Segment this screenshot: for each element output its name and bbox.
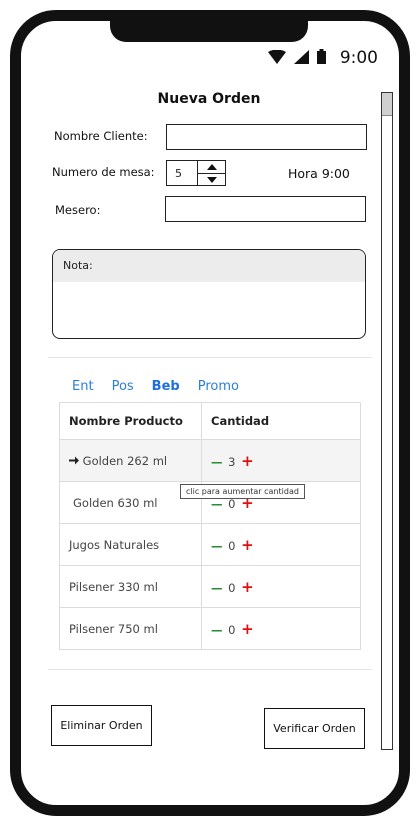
stepper-up-icon[interactable] xyxy=(198,161,226,174)
cliente-label: Nombre Cliente: xyxy=(54,129,148,143)
cliente-input[interactable] xyxy=(166,124,367,150)
phone-notch xyxy=(110,10,308,42)
products-table: Nombre Producto Cantidad Golden 262 ml —… xyxy=(59,402,361,650)
plus-icon[interactable]: + xyxy=(241,536,254,554)
header-producto: Nombre Producto xyxy=(59,402,202,440)
page-title: Nueva Orden xyxy=(157,91,261,107)
arrow-right-icon xyxy=(69,454,83,468)
scrollbar[interactable] xyxy=(381,92,393,750)
tab-beb[interactable]: Beb xyxy=(152,379,180,394)
divider-bottom xyxy=(48,669,372,670)
category-tabs: Ent Pos Beb Promo xyxy=(72,379,257,394)
note-label: Nota: xyxy=(53,250,365,282)
mesa-stepper[interactable]: 5 xyxy=(166,160,226,186)
table-row: Golden 262 ml — 3 + xyxy=(59,439,361,482)
product-qty: 0 xyxy=(228,580,236,595)
signal-icon xyxy=(293,49,309,68)
product-qty: 0 xyxy=(228,622,236,637)
plus-icon[interactable]: + xyxy=(241,452,254,470)
note-box[interactable]: Nota: xyxy=(52,249,366,339)
scrollbar-thumb[interactable] xyxy=(382,93,392,116)
plus-icon[interactable]: + xyxy=(241,578,254,596)
status-time: 9:00 xyxy=(339,48,378,68)
mesa-label: Numero de mesa: xyxy=(52,165,155,179)
minus-icon[interactable]: — xyxy=(211,581,223,595)
product-name: Golden 262 ml xyxy=(82,453,168,468)
delete-order-button[interactable]: Eliminar Orden xyxy=(51,705,152,746)
table-row: Pilsener 750 ml — 0 + xyxy=(59,607,361,650)
mesa-value: 5 xyxy=(175,167,182,180)
product-name: Pilsener 750 ml xyxy=(59,607,202,650)
tab-promo[interactable]: Promo xyxy=(198,379,239,394)
product-qty: 0 xyxy=(228,538,236,553)
divider-top xyxy=(48,357,372,358)
minus-icon[interactable]: — xyxy=(211,623,223,637)
table-row: Jugos Naturales — 0 + xyxy=(59,523,361,566)
battery-icon xyxy=(316,48,326,68)
minus-icon[interactable]: — xyxy=(211,539,223,553)
tab-pos[interactable]: Pos xyxy=(112,379,134,394)
tab-ent[interactable]: Ent xyxy=(72,379,94,394)
header-cantidad: Cantidad xyxy=(201,402,361,440)
status-bar: 9:00 xyxy=(267,48,378,68)
wifi-icon xyxy=(267,49,286,68)
product-qty: 3 xyxy=(228,454,236,469)
mesero-label: Mesero: xyxy=(55,203,101,217)
tooltip: clic para aumentar cantidad xyxy=(180,484,305,499)
hora-text: Hora 9:00 xyxy=(288,166,350,181)
stepper-controls xyxy=(197,161,226,185)
product-name: Jugos Naturales xyxy=(59,523,202,566)
mesero-input[interactable] xyxy=(165,196,366,222)
product-name: Pilsener 330 ml xyxy=(59,565,202,608)
verify-order-button[interactable]: Verificar Orden xyxy=(264,708,365,749)
stepper-down-icon[interactable] xyxy=(198,174,226,186)
minus-icon[interactable]: — xyxy=(211,455,223,469)
table-row: Pilsener 330 ml — 0 + xyxy=(59,565,361,608)
plus-icon[interactable]: + xyxy=(241,620,254,638)
